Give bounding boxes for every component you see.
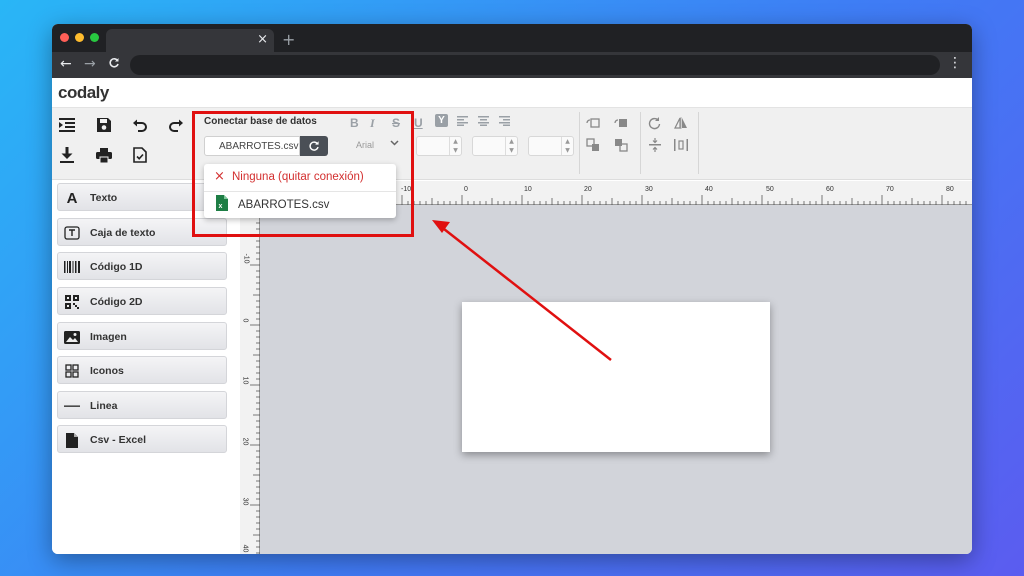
stepper-arrows[interactable]: ▲ ▼: [449, 137, 461, 155]
sidebar-item-label: Texto: [90, 192, 118, 204]
label-paper[interactable]: [462, 302, 770, 452]
line-height-stepper[interactable]: ▲ ▼: [528, 136, 574, 156]
ruler-label: 30: [241, 497, 249, 506]
browser-titlebar: × +: [52, 24, 972, 52]
window-controls: [60, 33, 99, 42]
ruler-label: 70: [886, 186, 894, 193]
text-icon: A: [66, 189, 78, 207]
line-icon: [64, 398, 80, 414]
sidebar-item-label: Código 2D: [90, 296, 143, 308]
document-check-icon[interactable]: [129, 144, 151, 166]
browser-navbar: ← → ⋮: [52, 52, 972, 78]
redo-icon[interactable]: [165, 114, 187, 136]
app-logo: codaly: [58, 83, 109, 103]
ruler-label: 10: [524, 186, 532, 193]
address-bar[interactable]: [130, 55, 940, 75]
letter-spacing-stepper[interactable]: ▲ ▼: [472, 136, 518, 156]
ruler-label: 10: [241, 376, 249, 385]
align-right-icon[interactable]: [499, 115, 510, 129]
save-icon[interactable]: [93, 114, 115, 136]
ruler-label: 80: [946, 186, 954, 193]
sidebar-item-linea[interactable]: Linea: [57, 391, 227, 419]
toolbar-divider: [698, 112, 699, 174]
browser-window: × + ← → ⋮ codaly Conectar base de datos …: [52, 24, 972, 554]
ruler-label: 60: [826, 186, 834, 193]
file-icon: [64, 432, 80, 448]
back-icon[interactable]: ←: [60, 56, 72, 72]
underline-icon[interactable]: U: [414, 116, 423, 130]
print-icon[interactable]: [93, 144, 115, 166]
editor-toolbar: Conectar base de datos ABARROTES.csv B I…: [52, 108, 972, 180]
stepper-arrows[interactable]: ▲ ▼: [561, 137, 573, 155]
distribute-vertical-icon[interactable]: [644, 134, 666, 156]
bring-forward-icon[interactable]: [582, 112, 604, 134]
sidebar-item-label: Caja de texto: [90, 227, 156, 239]
bring-to-front-icon[interactable]: [582, 134, 604, 156]
barcode-icon: [64, 259, 80, 275]
sidebar-item-label: Csv - Excel: [90, 434, 147, 446]
stepper-arrows[interactable]: ▲ ▼: [505, 137, 517, 155]
annotation-highlight-box: [192, 111, 414, 237]
sidebar-item-imagen[interactable]: Imagen: [57, 322, 227, 350]
sidebar-item-label: Iconos: [90, 365, 124, 377]
sidebar-item-codigo-1d[interactable]: Código 1D: [57, 252, 227, 280]
distribute-horizontal-icon[interactable]: [670, 134, 692, 156]
minimize-window-button[interactable]: [75, 33, 84, 42]
tab-close-icon[interactable]: ×: [257, 32, 268, 47]
forward-icon[interactable]: →: [84, 56, 96, 72]
sidebar-item-iconos[interactable]: Iconos: [57, 356, 227, 384]
font-size-stepper[interactable]: ▲ ▼: [416, 136, 462, 156]
ruler-vertical: -10 0 10 20 30 40: [240, 205, 260, 554]
toolbar-divider: [579, 112, 580, 174]
download-icon[interactable]: [56, 144, 78, 166]
sidebar-item-label: Código 1D: [90, 261, 143, 273]
rotate-icon[interactable]: [644, 112, 666, 134]
reload-icon[interactable]: [108, 57, 120, 73]
indent-icon[interactable]: [56, 114, 78, 136]
ruler-label: 50: [766, 186, 774, 193]
maximize-window-button[interactable]: [90, 33, 99, 42]
browser-tab[interactable]: ×: [106, 29, 274, 52]
send-backward-icon[interactable]: [610, 112, 632, 134]
flip-horizontal-icon[interactable]: [670, 112, 692, 134]
highlight-icon[interactable]: Y: [435, 114, 448, 127]
send-to-back-icon[interactable]: [610, 134, 632, 156]
ruler-label: 0: [241, 318, 249, 323]
align-center-icon[interactable]: [478, 115, 489, 129]
browser-menu-icon[interactable]: ⋮: [948, 55, 962, 71]
ruler-label: 40: [241, 544, 249, 553]
ruler-label: 0: [464, 186, 468, 193]
qrcode-icon: [64, 294, 80, 310]
undo-icon[interactable]: [129, 114, 151, 136]
ruler-label: 30: [645, 186, 653, 193]
close-window-button[interactable]: [60, 33, 69, 42]
ruler-label: 20: [241, 437, 249, 446]
grid-icon: [64, 363, 80, 379]
toolbar-divider: [640, 112, 641, 174]
app-header: codaly: [52, 78, 972, 108]
ruler-label: 20: [584, 186, 592, 193]
logo-text: codaly: [58, 83, 109, 102]
align-left-icon[interactable]: [457, 115, 468, 129]
sidebar-item-csv-excel[interactable]: Csv - Excel: [57, 425, 227, 453]
textbox-icon: [64, 225, 80, 241]
ruler-label: -10: [242, 253, 250, 264]
sidebar-item-label: Linea: [90, 400, 118, 412]
sidebar-item-codigo-2d[interactable]: Código 2D: [57, 287, 227, 315]
sidebar-item-label: Imagen: [90, 331, 127, 343]
ruler-label: 40: [705, 186, 713, 193]
image-icon: [64, 329, 80, 345]
new-tab-button[interactable]: +: [282, 30, 295, 49]
